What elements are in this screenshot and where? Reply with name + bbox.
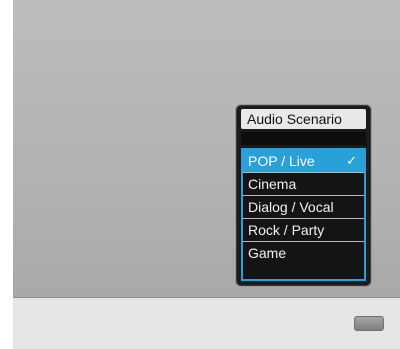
audio-scenario-item-pop-live[interactable]: POP / Live ✓ [243,150,364,173]
audio-scenario-item-dialog-vocal[interactable]: Dialog / Vocal [243,196,364,219]
audio-scenario-item-label: Rock / Party [248,222,325,238]
power-button[interactable] [354,316,384,331]
audio-scenario-item-label: Game [248,245,287,261]
audio-scenario-item-label: Cinema [248,176,297,192]
osd-title: Audio Scenario [241,109,366,129]
audio-scenario-item-cinema[interactable]: Cinema [243,173,364,196]
audio-scenario-item-rock-party[interactable]: Rock / Party [243,219,364,242]
audio-scenario-item-label: Dialog / Vocal [248,199,334,215]
bezel-divider [13,297,400,298]
audio-scenario-item-game[interactable]: Game [243,242,364,264]
audio-scenario-list: POP / Live ✓ Cinema Dialog / Vocal Rock … [241,148,366,281]
osd-spacer [241,132,366,145]
osd-menu: Audio Scenario POP / Live ✓ Cinema Dialo… [235,104,372,287]
check-icon: ✓ [346,153,357,168]
audio-scenario-item-label: POP / Live [248,153,315,169]
